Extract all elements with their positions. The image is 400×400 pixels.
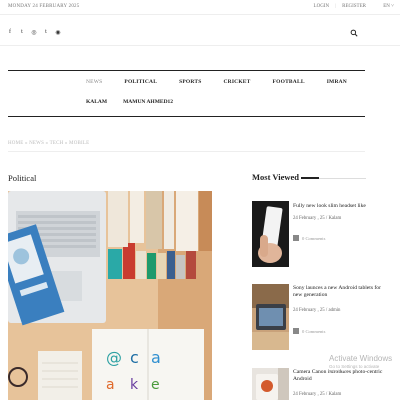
twitter-icon[interactable]: t xyxy=(19,29,25,36)
post-date: 24 February , 25 xyxy=(293,392,325,397)
nav-item-football[interactable]: FOOTBALL xyxy=(273,79,305,85)
post-date: 24 February , 25 xyxy=(293,308,325,313)
most-viewed-post-1[interactable]: Fully new look slim headset like 24 Febr… xyxy=(252,201,382,271)
svg-text:a: a xyxy=(106,377,115,393)
nav-item-political[interactable]: POLITICAL xyxy=(124,79,157,85)
post-thumbnail[interactable] xyxy=(252,368,289,400)
most-viewed-post-2[interactable]: Sony launces a new Android tablets for n… xyxy=(252,284,382,354)
comment-icon xyxy=(293,235,299,241)
instagram-icon[interactable]: ◎ xyxy=(31,29,37,36)
post-thumbnail[interactable] xyxy=(252,201,289,267)
svg-text:e: e xyxy=(151,377,160,393)
nav-top-rule xyxy=(8,70,365,71)
breadcrumb-rule xyxy=(8,151,365,152)
post-comments[interactable]: 0 Comments xyxy=(293,328,325,334)
nav-item-sports[interactable]: SPORTS xyxy=(179,79,201,85)
comment-count: 0 Comments xyxy=(302,235,326,241)
page-title: Political xyxy=(8,173,37,183)
svg-text:k: k xyxy=(130,377,139,393)
post-author[interactable]: admin xyxy=(328,308,340,313)
post-meta: 24 February , 25 / admin xyxy=(293,308,340,313)
post-comments[interactable]: 0 Comments xyxy=(293,235,325,241)
featured-article-image[interactable]: @ c a a k e xyxy=(8,191,212,400)
post-author[interactable]: Kalam xyxy=(328,216,341,221)
watermark-subtitle: Go to Settings to activate Windows. xyxy=(329,364,380,374)
post-author[interactable]: Kalam xyxy=(328,392,341,397)
post-date: 24 February , 25 xyxy=(293,216,325,221)
account-link-separator: | xyxy=(335,4,337,9)
language-selector[interactable]: EN ˅ xyxy=(383,4,394,9)
most-viewed-title: Most Viewed xyxy=(252,172,299,182)
most-viewed-rule-accent xyxy=(301,177,319,179)
nav-bottom-rule xyxy=(8,116,365,117)
breadcrumb[interactable]: HOME » NEWS » TECH » MOBILE xyxy=(8,141,89,146)
camera-photo xyxy=(252,368,289,400)
tumblr-icon[interactable]: t xyxy=(43,29,49,36)
account-links: LOGIN | REGISTER xyxy=(314,4,366,9)
comment-icon xyxy=(293,328,299,334)
svg-text:a: a xyxy=(151,348,161,367)
facebook-icon[interactable]: f xyxy=(7,29,13,36)
nav-item-imran[interactable]: IMRAN xyxy=(327,79,347,85)
social-icons: f t ◎ t ◉ xyxy=(7,29,61,36)
post-title[interactable]: Sony launces a new Android tablets for n… xyxy=(293,285,383,299)
login-link[interactable]: LOGIN xyxy=(314,4,330,9)
nav-item-cricket[interactable]: CRICKET xyxy=(223,79,250,85)
nav-item-news[interactable]: NEWS xyxy=(86,79,102,85)
post-meta: 24 February , 25 / Kalam xyxy=(293,216,341,221)
nav-item-kalam[interactable]: KALAM xyxy=(86,99,107,105)
post-meta: 24 February , 25 / Kalam xyxy=(293,392,341,397)
comment-count: 0 Comments xyxy=(302,328,326,334)
post-thumbnail[interactable] xyxy=(252,284,289,350)
activate-windows-watermark: Activate Windows Go to Settings to activ… xyxy=(329,354,400,374)
main-nav-row2: KALAM MAMUN AHMED12 xyxy=(86,99,189,105)
header-divider xyxy=(0,45,400,46)
rss-icon[interactable]: ◉ xyxy=(55,29,61,36)
watermark-title: Activate Windows xyxy=(329,354,393,363)
post-title[interactable]: Fully new look slim headset like xyxy=(293,203,383,210)
register-link[interactable]: REGISTER xyxy=(342,4,366,9)
nav-item-mamun-ahmed12[interactable]: MAMUN AHMED12 xyxy=(123,99,173,105)
current-date: MONDAY 24 FEBRUARY 2025 xyxy=(8,4,80,9)
main-nav: NEWS POLITICAL SPORTS CRICKET FOOTBALL I… xyxy=(86,79,369,85)
tablet-photo xyxy=(252,284,289,350)
phone-hand-photo xyxy=(252,201,289,267)
top-divider xyxy=(0,14,400,15)
search-icon[interactable] xyxy=(350,29,358,37)
svg-text:c: c xyxy=(130,348,139,367)
svg-text:@: @ xyxy=(106,348,122,367)
desk-photo: @ c a a k e xyxy=(8,191,212,400)
